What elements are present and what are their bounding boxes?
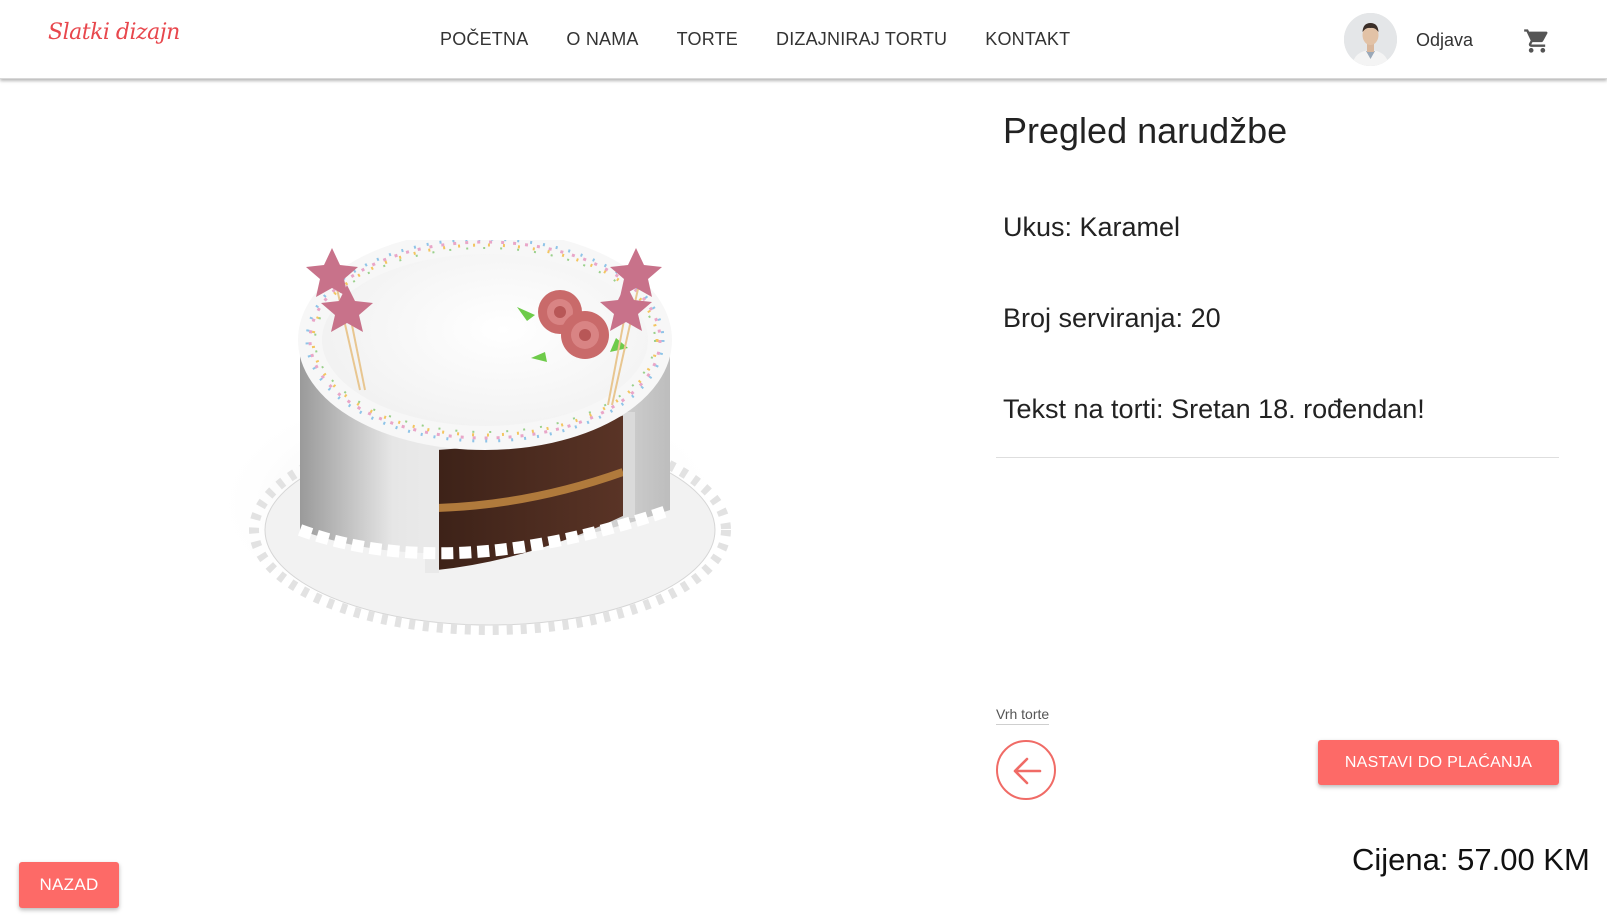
main-nav: POČETNA O NAMA TORTE DIZAJNIRAJ TORTU KO… <box>440 29 1108 50</box>
servings-line: Broj serviranja: 20 <box>1003 303 1221 333</box>
nav-link-design-cake[interactable]: DIZAJNIRAJ TORTU <box>776 29 947 50</box>
logout-link[interactable]: Odjava <box>1416 30 1473 51</box>
nav-link-home[interactable]: POČETNA <box>440 29 528 50</box>
prev-view-button[interactable] <box>996 740 1056 800</box>
flavor-line: Ukus: Karamel <box>1003 212 1181 242</box>
navbar: Slatki dizajn POČETNA O NAMA TORTE DIZAJ… <box>0 0 1607 79</box>
logo[interactable]: Slatki dizajn <box>48 20 180 45</box>
arrow-left-icon <box>1013 757 1042 785</box>
summary-divider <box>996 457 1559 458</box>
nav-link-contact[interactable]: KONTAKT <box>985 29 1070 50</box>
checkout-button[interactable]: NASTAVI DO PLAĆANJA <box>1318 740 1559 785</box>
nav-link-cakes[interactable]: TORTE <box>677 29 738 50</box>
cake-text-line: Tekst na torti: Sretan 18. rođendan! <box>1003 394 1425 424</box>
user-avatar[interactable] <box>1344 13 1397 66</box>
shopping-cart-icon[interactable] <box>1523 27 1551 55</box>
view-label: Vrh torte <box>996 706 1050 725</box>
back-button[interactable]: NAZAD <box>19 862 119 908</box>
order-summary-title: Pregled narudžbe <box>1003 110 1288 151</box>
nav-link-about[interactable]: O NAMA <box>566 29 638 50</box>
price-total: Cijena: 57.00 KM <box>1352 842 1590 877</box>
cake-3d-preview[interactable] <box>200 230 780 660</box>
